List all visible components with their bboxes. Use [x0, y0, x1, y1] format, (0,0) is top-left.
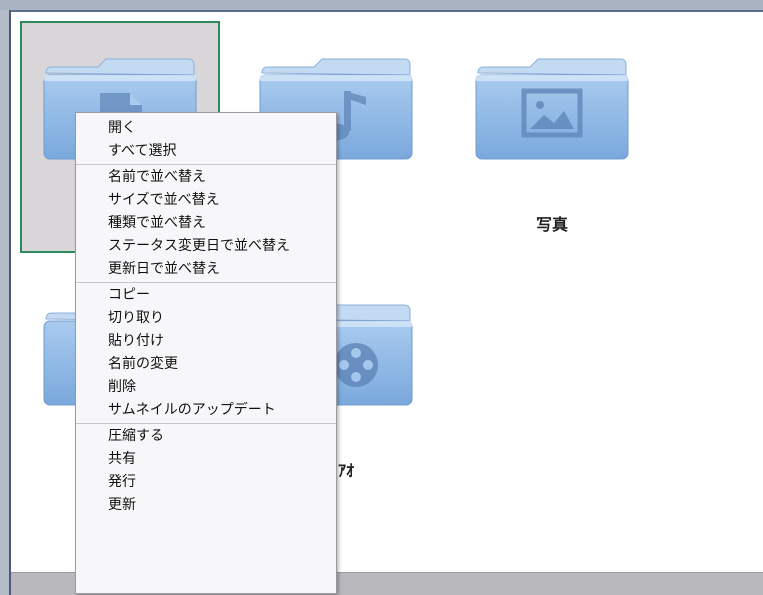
menu-item-publish[interactable]: 発行: [76, 471, 336, 494]
menu-item-sort-by-modified-date[interactable]: 更新日で並べ替え: [76, 258, 336, 281]
menu-item-delete[interactable]: 削除: [76, 376, 336, 399]
menu-item-compress[interactable]: 圧縮する: [76, 425, 336, 448]
folder-item-pictures[interactable]: 写真: [452, 21, 652, 253]
menu-item-refresh[interactable]: 更新: [76, 494, 336, 517]
menu-item-select-all[interactable]: すべて選択: [76, 140, 336, 163]
menu-item-update-thumbnail[interactable]: サムネイルのアップデート: [76, 399, 336, 422]
menu-item-sort-by-size[interactable]: サイズで並べ替え: [76, 189, 336, 212]
picture-folder-icon: [475, 58, 629, 160]
film-reel-icon: [334, 343, 378, 387]
folder-label: 写真: [535, 215, 568, 234]
menu-item-sort-by-status-change-date[interactable]: ステータス変更日で並べ替え: [76, 235, 336, 258]
window-top-border: [0, 0, 763, 12]
context-menu: 開く すべて選択 名前で並べ替え サイズで並べ替え 種類で並べ替え ステータス変…: [75, 112, 337, 594]
menu-item-share[interactable]: 共有: [76, 448, 336, 471]
menu-item-sort-by-name[interactable]: 名前で並べ替え: [76, 166, 336, 189]
menu-separator: [76, 164, 336, 165]
window-left-border: [0, 10, 11, 595]
menu-separator: [76, 282, 336, 283]
menu-item-rename[interactable]: 名前の変更: [76, 353, 336, 376]
menu-item-paste[interactable]: 貼り付け: [76, 330, 336, 353]
menu-item-cut[interactable]: 切り取り: [76, 307, 336, 330]
menu-item-sort-by-type[interactable]: 種類で並べ替え: [76, 212, 336, 235]
menu-item-open[interactable]: 開く: [76, 117, 336, 140]
menu-item-copy[interactable]: コピー: [76, 284, 336, 307]
menu-separator: [76, 423, 336, 424]
file-manager-window: 楽 写真: [0, 0, 763, 595]
